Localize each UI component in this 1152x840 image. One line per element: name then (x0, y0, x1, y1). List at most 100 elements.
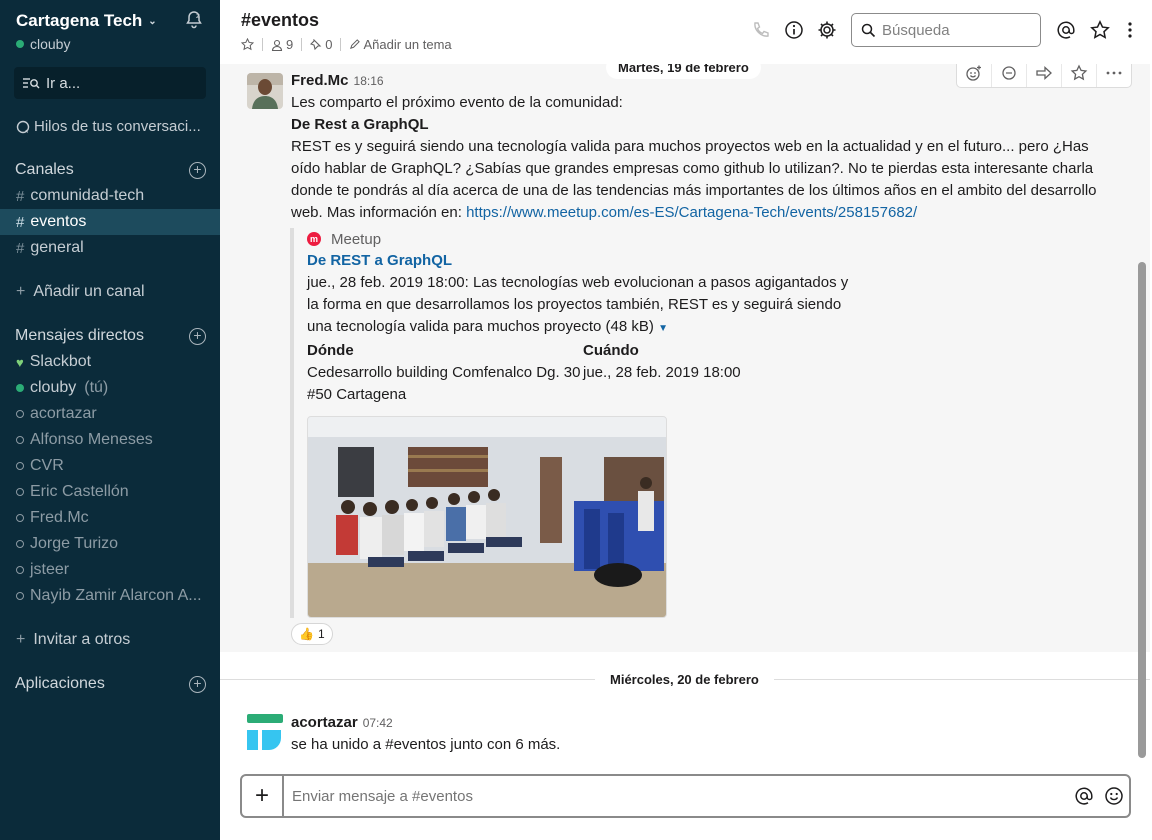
reply-thread-button[interactable] (992, 64, 1027, 87)
field-label: Dónde (307, 342, 354, 359)
dm-item[interactable]: Fred.Mc (0, 505, 220, 531)
dm-heading[interactable]: Mensajes directos (15, 327, 144, 345)
current-user[interactable]: clouby (16, 36, 70, 52)
field-when: Cuándo jue., 28 feb. 2019 18:00 (583, 340, 859, 406)
channel-header: #eventos 9 0 Añadir un tema Búsqueda (220, 0, 1152, 64)
dm-item[interactable]: CVR (0, 453, 220, 479)
preview-service: m Meetup (307, 228, 870, 250)
jump-to-button[interactable]: Ir a... (14, 67, 206, 99)
dm-item[interactable]: acortazar (0, 401, 220, 427)
presence-icon (16, 40, 24, 48)
plus-icon: + (16, 631, 26, 648)
thumbs-up-icon: 👍 (299, 627, 314, 641)
message-author[interactable]: acortazar 07:42 (291, 714, 393, 731)
add-dm-icon[interactable]: + (189, 328, 206, 345)
team-name: Cartagena Tech (16, 11, 143, 30)
team-switcher[interactable]: Cartagena Tech ⌄ (16, 11, 157, 31)
sidebar: Cartagena Tech ⌄ z clouby Ir a... Hilos … (0, 0, 220, 840)
apps-heading[interactable]: Aplicaciones (15, 675, 105, 693)
avatar[interactable] (247, 714, 283, 750)
members-count[interactable]: 9 (271, 37, 293, 52)
message-time[interactable]: 07:42 (363, 716, 393, 730)
add-channel-label: Añadir un canal (33, 283, 145, 300)
date-divider[interactable]: Miércoles, 20 de febrero (595, 670, 774, 689)
event-link[interactable]: https://www.meetup.com/es-ES/Cartagena-T… (466, 204, 917, 221)
more-actions-button[interactable] (1097, 64, 1131, 87)
dm-item[interactable]: Jorge Turizo (0, 531, 220, 557)
field-label: Cuándo (583, 342, 639, 359)
sidebar-item-eventos[interactable]: # eventos (0, 209, 220, 235)
emoji-icon (1105, 787, 1123, 805)
scrollbar[interactable] (1138, 262, 1146, 758)
bell-icon[interactable]: z (184, 10, 204, 30)
author-name[interactable]: acortazar (291, 714, 358, 731)
threads-link[interactable]: Hilos de tus conversaci... (16, 118, 212, 135)
add-topic-button[interactable]: Añadir un tema (349, 37, 452, 52)
pins-count[interactable]: 0 (310, 37, 332, 52)
mentions-icon[interactable] (1056, 20, 1076, 40)
save-message-button[interactable] (1062, 64, 1097, 87)
hash-icon: # (16, 213, 25, 231)
attach-button[interactable]: + (242, 776, 284, 816)
dm-item[interactable]: Eric Castellón (0, 479, 220, 505)
mention-button[interactable] (1069, 786, 1099, 806)
channel-label: general (30, 239, 84, 256)
sidebar-item-general[interactable]: # general (0, 235, 220, 261)
dm-item-slackbot[interactable]: ♥ Slackbot (0, 349, 220, 375)
share-button[interactable] (1027, 64, 1062, 87)
dm-item[interactable]: jsteer (0, 557, 220, 583)
away-icon (16, 592, 24, 600)
avatar-image (247, 714, 283, 750)
add-channel-icon[interactable]: + (189, 162, 206, 179)
preview-title[interactable]: De REST a GraphQL (307, 250, 870, 272)
thumbs-up-reaction[interactable]: 👍 1 (291, 623, 333, 645)
avatar[interactable] (247, 73, 283, 109)
search-input[interactable]: Búsqueda (851, 13, 1041, 47)
add-topic-label: Añadir un tema (363, 37, 452, 52)
sidebar-item-comunidad-tech[interactable]: # comunidad-tech (0, 183, 220, 209)
author-name[interactable]: Fred.Mc (291, 72, 349, 89)
more-horizontal-icon (1106, 71, 1122, 75)
add-app-icon[interactable]: + (189, 676, 206, 693)
divider (262, 38, 263, 51)
emoji-button[interactable] (1099, 786, 1129, 806)
message-list: Fred.Mc 18:16 Martes, 19 de febrero Les c… (220, 64, 1152, 772)
arrow-right-icon (1036, 66, 1052, 80)
threads-label: Hilos de tus conversaci... (34, 118, 201, 135)
chevron-down-icon: ⌄ (148, 15, 157, 27)
dm-self-suffix: (tú) (84, 379, 109, 396)
message-input[interactable] (284, 787, 1069, 805)
gear-icon[interactable] (817, 20, 837, 40)
more-vertical-icon[interactable] (1120, 20, 1140, 40)
thread-icon (1002, 66, 1016, 80)
invite-link[interactable]: + Invitar a otros (0, 627, 220, 653)
away-icon (16, 462, 24, 470)
message-actions (956, 64, 1132, 88)
dm-label: Fred.Mc (30, 509, 89, 526)
channel-label: eventos (30, 213, 87, 230)
dm-item[interactable]: Alfonso Meneses (0, 427, 220, 453)
phone-icon[interactable] (751, 20, 771, 40)
heart-icon: ♥ (16, 354, 24, 370)
channel-title[interactable]: #eventos (241, 10, 319, 31)
field-value: jue., 28 feb. 2019 18:00 (583, 364, 741, 381)
threads-icon (16, 120, 30, 133)
date-divider[interactable]: Martes, 19 de febrero (606, 64, 761, 79)
event-photo-image (308, 417, 666, 617)
dm-item[interactable]: Nayib Zamir Alarcon A... (0, 583, 220, 609)
message-author[interactable]: Fred.Mc 18:16 (291, 72, 384, 89)
message-composer: + (240, 774, 1131, 818)
channels-heading[interactable]: Canales (15, 161, 74, 179)
star-icon[interactable] (1090, 20, 1110, 40)
message-body: Les comparto el próximo evento de la com… (291, 92, 1121, 224)
info-icon[interactable] (784, 20, 804, 40)
caret-down-icon[interactable]: ▼ (658, 323, 668, 334)
dm-item-self[interactable]: clouby (tú) (0, 375, 220, 401)
add-channel-link[interactable]: + Añadir un canal (0, 279, 220, 305)
message-time[interactable]: 18:16 (354, 74, 384, 88)
event-photo[interactable] (307, 416, 667, 618)
add-reaction-button[interactable] (957, 64, 992, 87)
current-user-name: clouby (30, 36, 71, 52)
search-icon (861, 23, 876, 37)
star-outline-icon[interactable] (241, 38, 254, 51)
